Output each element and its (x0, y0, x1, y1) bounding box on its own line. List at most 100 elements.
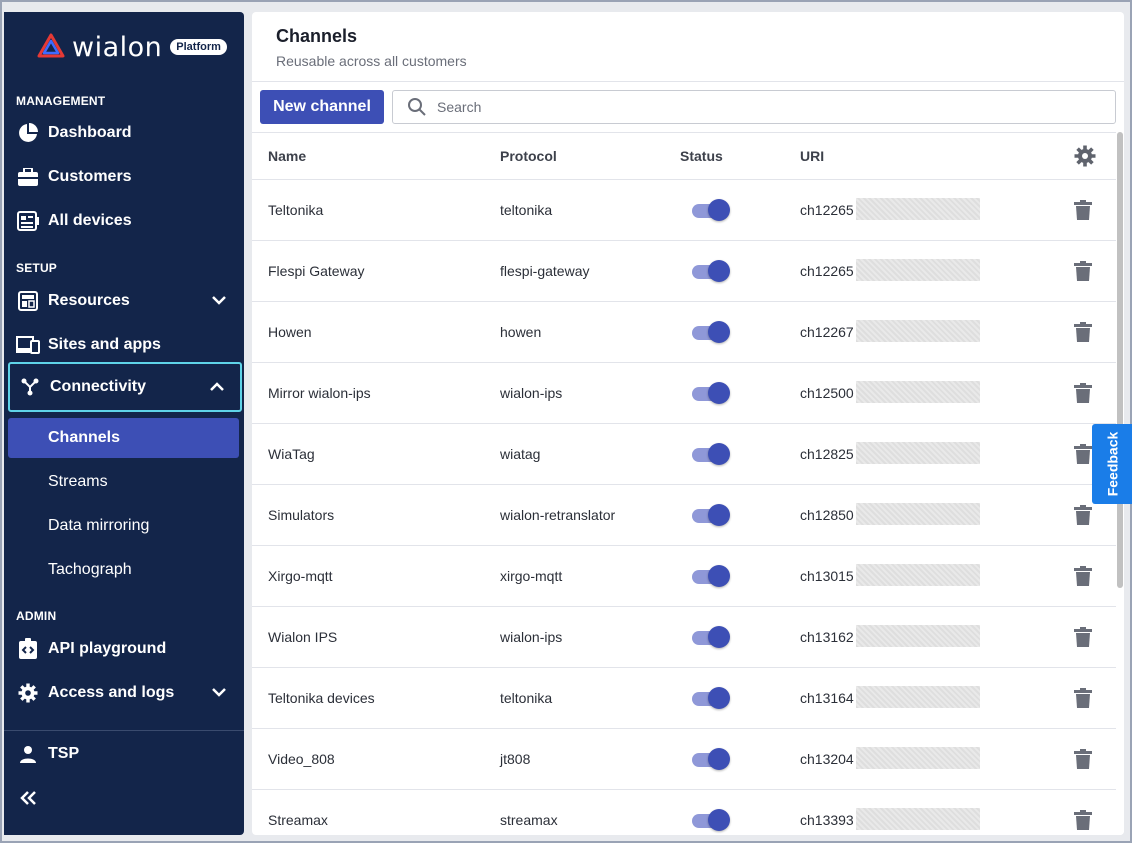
redacted-uri-mask (856, 442, 980, 464)
sidebar-item-access-and-logs[interactable]: Access and logs (8, 671, 242, 715)
channel-protocol: xirgo-mqtt (500, 568, 563, 584)
channel-uri: ch12825 (800, 446, 854, 462)
table-row[interactable]: WiaTag wiatag ch12825 (252, 424, 1116, 485)
gear-icon (16, 681, 40, 705)
scrollbar-thumb[interactable] (1117, 132, 1123, 588)
sidebar-sub-item-data-mirroring[interactable]: Data mirroring (8, 506, 239, 546)
table-row[interactable]: Teltonika teltonika ch12265 (252, 180, 1116, 241)
redacted-uri-mask (856, 381, 980, 403)
page-subtitle: Reusable across all customers (276, 53, 467, 69)
channel-uri: ch13204 (800, 751, 854, 767)
channel-protocol: flespi-gateway (500, 263, 590, 279)
channel-name: Mirror wialon-ips (268, 385, 371, 401)
collapse-sidebar-button[interactable] (8, 776, 52, 820)
sidebar-item-customers[interactable]: Customers (8, 155, 242, 199)
status-toggle[interactable] (692, 748, 730, 770)
search-box[interactable] (392, 90, 1116, 124)
table-row[interactable]: Simulators wialon-retranslator ch12850 (252, 485, 1116, 546)
channel-protocol: wialon-retranslator (500, 507, 616, 523)
trash-icon[interactable] (1074, 322, 1092, 342)
brand-logo[interactable]: wialon Platform (36, 30, 227, 64)
status-toggle[interactable] (692, 321, 730, 343)
column-header-status[interactable]: Status (680, 148, 723, 164)
resources-icon (16, 289, 40, 313)
sidebar-item-label: Resources (48, 292, 130, 309)
sidebar: wialon Platform MANAGEMENT Dashboard Cus… (4, 12, 244, 835)
channel-protocol: wialon-ips (500, 629, 563, 645)
sidebar-item-dashboard[interactable]: Dashboard (8, 111, 242, 155)
table-row[interactable]: Flespi Gateway flespi-gateway ch12265 (252, 241, 1116, 302)
chevron-down-icon (212, 296, 226, 305)
toggle-knob (708, 626, 730, 648)
table-row[interactable]: Teltonika devices teltonika ch13164 (252, 668, 1116, 729)
trash-icon[interactable] (1074, 261, 1092, 281)
table-row[interactable]: Xirgo-mqtt xirgo-mqtt ch13015 (252, 546, 1116, 607)
new-channel-button[interactable]: New channel (260, 90, 384, 124)
status-toggle[interactable] (692, 382, 730, 404)
trash-icon[interactable] (1074, 810, 1092, 830)
sidebar-item-resources[interactable]: Resources (8, 279, 242, 323)
channel-uri: ch12265 (800, 263, 854, 279)
sidebar-item-label: All devices (48, 212, 132, 229)
channel-protocol: teltonika (500, 202, 553, 218)
channel-name: Teltonika (268, 202, 324, 218)
sidebar-item-all-devices[interactable]: All devices (8, 199, 242, 243)
status-toggle[interactable] (692, 199, 730, 221)
column-header-uri[interactable]: URI (800, 148, 824, 164)
status-toggle[interactable] (692, 565, 730, 587)
redacted-uri-mask (856, 503, 980, 525)
trash-icon[interactable] (1074, 749, 1092, 769)
channel-name: Howen (268, 324, 312, 340)
page-title: Channels (276, 26, 358, 46)
channel-uri: ch12265 (800, 202, 854, 218)
status-toggle[interactable] (692, 260, 730, 282)
trash-icon[interactable] (1074, 688, 1092, 708)
status-toggle[interactable] (692, 443, 730, 465)
section-setup: SETUP (16, 261, 58, 275)
trash-icon[interactable] (1074, 200, 1092, 220)
sidebar-sub-item-channels[interactable]: Channels (8, 418, 239, 458)
trash-icon[interactable] (1074, 627, 1092, 647)
sidebar-item-label: Access and logs (48, 684, 175, 701)
person-icon (16, 742, 40, 766)
table-row[interactable]: Wialon IPS wialon-ips ch13162 (252, 607, 1116, 668)
channel-name: Wialon IPS (268, 629, 338, 645)
status-toggle[interactable] (692, 687, 730, 709)
trash-icon[interactable] (1074, 383, 1092, 403)
channels-table-body: Teltonika teltonika ch12265 Flespi Gatew… (252, 180, 1116, 835)
table-row[interactable]: Streamax streamax ch13393 (252, 790, 1116, 835)
table-row[interactable]: Mirror wialon-ips wialon-ips ch12500 (252, 363, 1116, 424)
status-toggle[interactable] (692, 504, 730, 526)
trash-icon[interactable] (1074, 505, 1092, 525)
table-header: Name Protocol Status URI (252, 133, 1116, 180)
brand-name: wialon (72, 31, 163, 63)
sidebar-item-api-playground[interactable]: API playground (8, 627, 242, 671)
channel-name: Streamax (268, 812, 328, 828)
column-settings-gear-icon[interactable] (1074, 145, 1096, 167)
status-toggle[interactable] (692, 809, 730, 831)
status-toggle[interactable] (692, 626, 730, 648)
channel-uri: ch12500 (800, 385, 854, 401)
sidebar-item-user[interactable]: TSP (8, 732, 242, 776)
feedback-button[interactable]: Feedback (1092, 424, 1132, 504)
column-header-name[interactable]: Name (268, 148, 306, 164)
trash-icon[interactable] (1074, 566, 1092, 586)
section-management: MANAGEMENT (16, 94, 106, 108)
table-row[interactable]: Video_808 jt808 ch13204 (252, 729, 1116, 790)
toggle-knob (708, 809, 730, 831)
sidebar-item-connectivity[interactable]: Connectivity (8, 362, 242, 412)
toggle-knob (708, 199, 730, 221)
channel-name: Flespi Gateway (268, 263, 365, 279)
trash-icon[interactable] (1074, 444, 1092, 464)
redacted-uri-mask (856, 259, 980, 281)
sidebar-sub-item-tachograph[interactable]: Tachograph (8, 550, 239, 590)
sidebar-item-sites-and-apps[interactable]: Sites and apps (8, 323, 242, 367)
redacted-uri-mask (856, 686, 980, 708)
table-row[interactable]: Howen howen ch12267 (252, 302, 1116, 363)
column-header-protocol[interactable]: Protocol (500, 148, 557, 164)
sidebar-sub-item-streams[interactable]: Streams (8, 462, 239, 502)
channel-uri: ch13164 (800, 690, 854, 706)
chevron-down-icon (212, 688, 226, 697)
section-admin: ADMIN (16, 609, 57, 623)
search-input[interactable] (437, 99, 1097, 115)
